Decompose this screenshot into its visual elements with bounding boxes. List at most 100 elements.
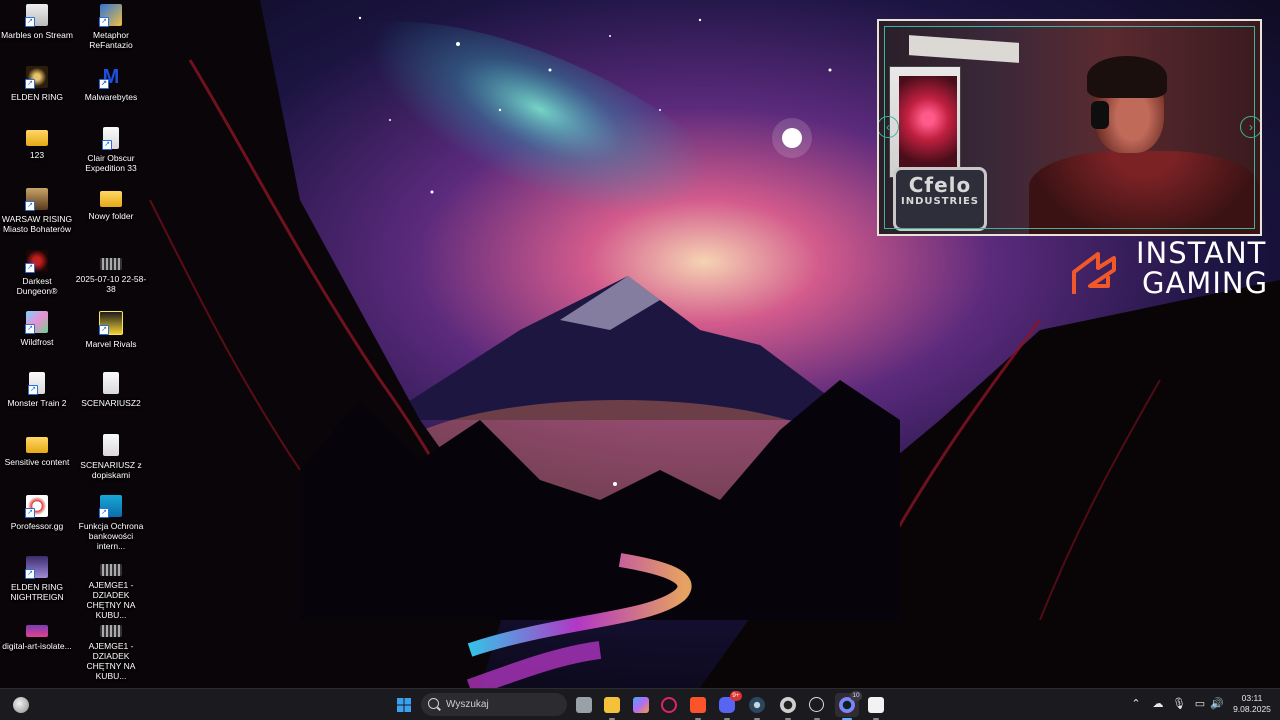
desktop-icon-label: WARSAW RISING Miasto Bohaterów [1,214,73,234]
desktop-icon-elden-ring-nightreign[interactable]: ↗ ELDEN RING NIGHTREIGN [1,554,73,612]
taskbar-file-explorer[interactable] [600,693,624,720]
desktop-icon-sensitive-content[interactable]: Sensitive content [1,432,73,490]
instant-gaming-logo: INSTANT GAMING [1068,238,1268,300]
desktop-icon-label: Sensitive content [4,457,70,467]
webcam-overlay: Cfelo INDUSTRIES ‹ › [877,19,1262,236]
file-icon: ↗ [102,127,119,150]
desktop-icon-label: Clair Obscur Expedition 33 [85,153,137,173]
desktop-icon-label: Marvel Rivals [85,339,137,349]
video-file-icon [100,258,122,270]
folder-icon [26,130,48,146]
taskbar: Wyszukaj 9+ 10 ⌃ ☁ 🎙 ▭ 🔊 03:11 9.08.2025 [0,688,1280,720]
desktop-icon-label: ELDEN RING NIGHTREIGN [10,582,64,602]
desktop-icon-ajemge1-video-2[interactable]: AJEMGE1 - DZIADEK CHĘTNY NA KUBU... [75,615,147,681]
desktop-icon-label: Malwarebytes [84,92,138,102]
porofessor-icon: ↗ [25,495,48,518]
desktop-icon-label: 2025-07-10 22-58-38 [75,274,147,294]
taskbar-discord[interactable]: 9+ [715,691,742,720]
windows-start-icon [397,698,411,712]
desktop-icon-digital-art[interactable]: digital-art-isolate... [1,615,73,673]
desktop-icon-label: Darkest Dungeon® [16,276,58,296]
microphone-icon[interactable]: 🎙 [1171,697,1187,711]
desktop-icon-metaphor[interactable]: ↗ Metaphor ReFantazio [75,2,147,60]
instant-gaming-mark-icon [1072,252,1116,294]
desktop-icon-recording-2025-07-10[interactable]: 2025-07-10 22-58-38 [75,248,147,306]
desktop-icon-monster-train-2[interactable]: ↗ Monster Train 2 [1,370,73,428]
desktop-icon-bank-protection[interactable]: ↗ Funkcja Ochrona bankowości intern... [75,493,147,551]
desktop-icon-label: Monster Train 2 [7,398,67,408]
speaker-icon[interactable]: 🔊 [1209,697,1225,711]
desktop-icon-darkest-dungeon[interactable]: ↗ Darkest Dungeon® [1,248,73,306]
folder-icon [26,437,48,453]
desktop-icon-label: Nowy folder [88,211,134,221]
media-player-icon [809,697,824,712]
notification-badge: 10 [850,691,862,701]
desktop-icon-ajemge1-video-1[interactable]: AJEMGE1 - DZIADEK CHĘTNY NA KUBU... [75,554,147,620]
nightreign-icon: ↗ [25,556,48,579]
bank-protection-icon: ↗ [99,495,122,518]
search-placeholder: Wyszukaj [446,699,489,710]
taskbar-browser[interactable]: 10 [835,691,862,720]
clock-time: 03:11 [1241,693,1263,703]
display-icon[interactable]: ▭ [1192,697,1208,711]
video-file-icon [100,625,122,637]
document-icon [103,372,119,394]
desktop-icon-label: Metaphor ReFantazio [89,30,133,50]
start-button[interactable] [392,693,416,717]
image-file-icon [26,625,48,637]
folder-icon [100,191,122,207]
document-icon [103,434,119,456]
taskbar-media-player[interactable] [805,693,829,720]
taskbar-opera-gx[interactable] [657,693,681,717]
desktop-icon-porofessor[interactable]: ↗ Porofessor.gg [1,493,73,551]
desktop-icon-wildfrost[interactable]: ↗ Wildfrost [1,309,73,367]
opera-gx-icon [661,697,677,713]
desktop-icon-label: SCENARIUSZ2 [81,398,141,408]
desktop-icon-warsaw-rising[interactable]: ↗ WARSAW RISING Miasto Bohaterów [1,186,73,244]
steam-icon [749,697,765,713]
desktop-icon-label: 123 [29,150,45,160]
file-icon: ↗ [28,372,45,395]
desktop-icon-label: Porofessor.gg [10,521,64,531]
taskbar-copilot[interactable] [629,693,653,717]
taskbar-obs[interactable] [776,693,800,720]
marbles-game-icon: ↗ [25,4,48,27]
notification-badge: 9+ [730,691,742,701]
sponsor-line-2: GAMING [1142,266,1269,300]
obs-icon [780,697,796,713]
taskbar-brave[interactable] [686,693,710,720]
copilot-icon [633,697,649,713]
desktop-icon-folder-123[interactable]: 123 [1,125,73,183]
desktop-icon-label: AJEMGE1 - DZIADEK CHĘTNY NA KUBU... [86,641,136,681]
taskbar-steam[interactable] [745,693,769,720]
metaphor-icon: ↗ [99,4,122,27]
desktop-icon-label: AJEMGE1 - DZIADEK CHĘTNY NA KUBU... [86,580,136,620]
desktop-icon-label: Marbles on Stream [1,30,73,40]
desktop-icon-label: ELDEN RING [11,92,63,102]
sponsor-line-1: INSTANT [1136,236,1267,270]
cloud-sync-icon[interactable]: ☁ [1150,697,1166,711]
taskbar-capcut[interactable] [864,693,888,720]
marvel-rivals-icon: ↗ [99,311,123,335]
desktop-icon-nowy-folder[interactable]: Nowy folder [75,186,147,244]
video-file-icon [100,564,122,576]
taskbar-clock[interactable]: 03:11 9.08.2025 [1228,693,1276,715]
desktop-icon-elden-ring[interactable]: ↗ ELDEN RING [1,64,73,122]
file-explorer-icon [604,697,620,713]
darkest-dungeon-icon: ↗ [25,250,48,273]
desktop-icon-clair-obscur[interactable]: ↗ Clair Obscur Expedition 33 [75,125,147,183]
chevron-up-icon[interactable]: ⌃ [1128,697,1144,711]
desktop-icon-malwarebytes[interactable]: M ↗ Malwarebytes [75,64,147,122]
desktop-icon-scenariusz-dopiski[interactable]: SCENARIUSZ z dopiskami [75,432,147,490]
webcam-frame-border [884,26,1255,229]
desktop-icon-scenariusz2[interactable]: SCENARIUSZ2 [75,370,147,428]
taskbar-task-view[interactable] [572,693,596,717]
desktop-icon-marbles-on-stream[interactable]: ↗ Marbles on Stream [1,2,73,60]
search-icon [428,698,439,709]
desktop-icon-label: SCENARIUSZ z dopiskami [80,460,142,480]
desktop-icon-marvel-rivals[interactable]: ↗ Marvel Rivals [75,309,147,367]
widgets-button[interactable] [9,693,33,717]
task-view-icon [576,697,592,713]
wildfrost-icon: ↗ [25,311,48,334]
taskbar-search-box[interactable]: Wyszukaj [421,693,567,716]
